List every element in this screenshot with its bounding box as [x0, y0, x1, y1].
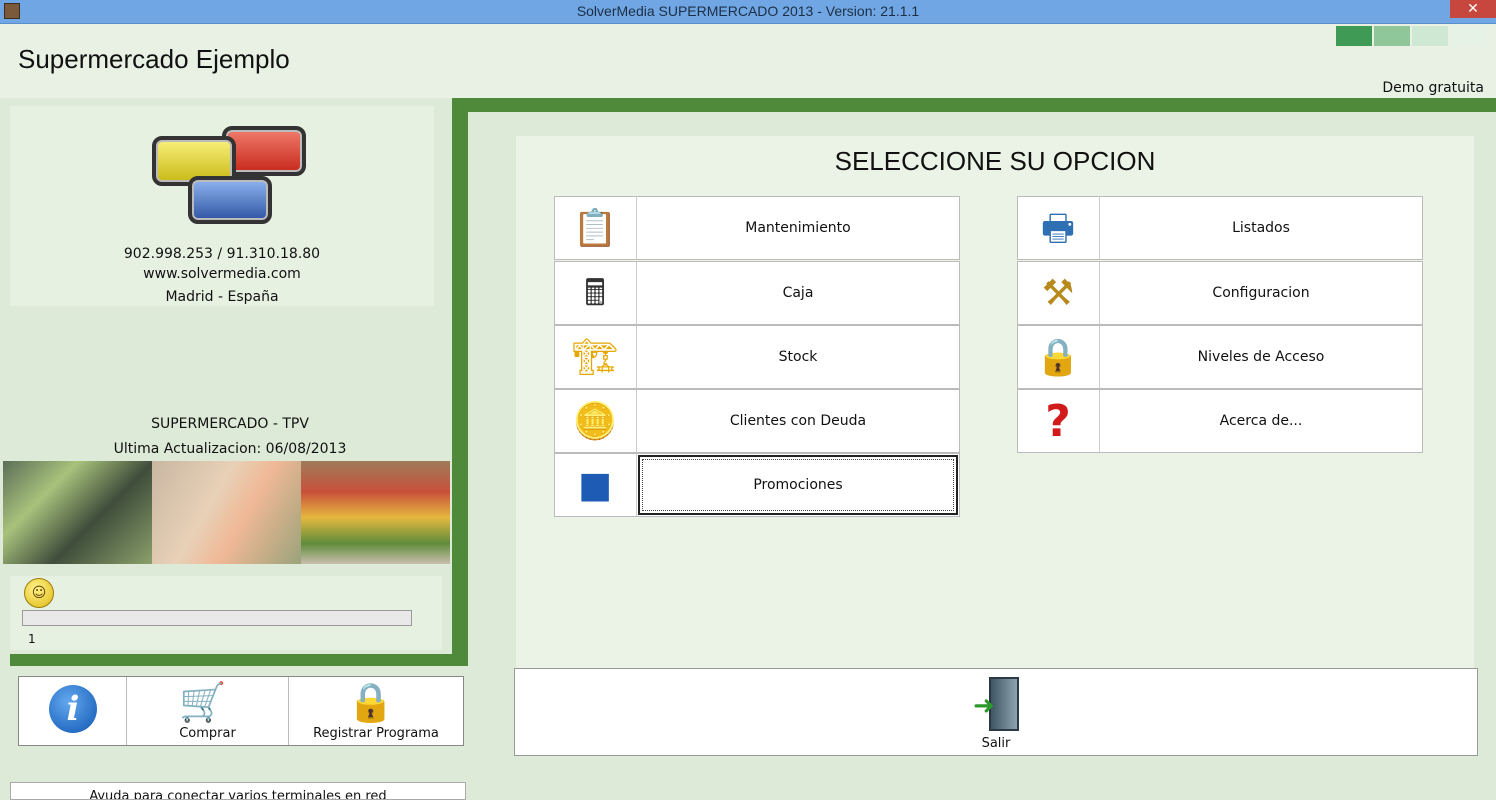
menu-item-caja[interactable]: 🖩 Caja: [554, 261, 960, 325]
menu-label: Listados: [1232, 220, 1290, 236]
calculator-icon: 🖩: [555, 262, 637, 324]
photo-aisle: [3, 461, 152, 564]
menu-label: Acerca de...: [1219, 413, 1303, 429]
menu-label: Caja: [782, 285, 814, 301]
padlock-icon: 🔒: [347, 680, 395, 724]
buy-button[interactable]: 🛒 Comprar: [127, 677, 289, 745]
menu-item-mantenimiento[interactable]: 📋 Mantenimiento: [554, 196, 960, 260]
buy-label: Comprar: [179, 726, 236, 741]
last-update: Ultima Actualizacion: 06/08/2013: [113, 441, 347, 457]
menu-item-acerca-de[interactable]: ? Acerca de...: [1017, 389, 1423, 453]
menu-label: Configuracion: [1212, 285, 1310, 301]
menu-title: SELECCIONE SU OPCION: [834, 146, 1156, 176]
menu-label: Niveles de Acceso: [1197, 349, 1325, 365]
smiley-icon: ☺: [24, 578, 54, 608]
status-block-2: [1374, 26, 1410, 46]
frame-left: [452, 98, 468, 666]
title-bar: SolverMedia SUPERMERCADO 2013 - Version:…: [0, 0, 1496, 24]
register-label: Registrar Programa: [313, 726, 439, 741]
network-help-link[interactable]: Ayuda para conectar varios terminales en…: [10, 782, 466, 800]
close-button[interactable]: ✕: [1450, 0, 1496, 18]
question-icon: ?: [1018, 390, 1100, 452]
progress-value: 1: [28, 632, 36, 646]
register-button[interactable]: 🔒 Registrar Programa: [289, 677, 463, 745]
menu-label: Mantenimiento: [745, 220, 851, 236]
form-icon: 📋: [555, 197, 637, 259]
arrow-right-icon: ➜: [973, 691, 995, 721]
license-label: Demo gratuita: [1382, 80, 1484, 96]
photo-shopper: [152, 461, 301, 564]
tools-icon: ⚒: [1018, 262, 1100, 324]
status-indicators: [1336, 26, 1486, 46]
status-block-1: [1336, 26, 1372, 46]
window-title: SolverMedia SUPERMERCADO 2013 - Version:…: [576, 3, 920, 19]
frame-bottom: [10, 654, 468, 666]
header: Supermercado Ejemplo Demo gratuita: [0, 24, 1496, 98]
app-name: SUPERMERCADO - TPV: [151, 416, 309, 432]
menu-item-clientes-deuda[interactable]: 🪙 Clientes con Deuda: [554, 389, 960, 453]
contact-phone: 902.998.253 / 91.310.18.80: [123, 246, 321, 262]
info-button[interactable]: i: [19, 677, 127, 745]
status-block-4: [1450, 26, 1486, 46]
coins-icon: 🪙: [555, 390, 637, 452]
left-panel: 902.998.253 / 91.310.18.80 www.solvermed…: [0, 98, 452, 658]
status-block-3: [1412, 26, 1448, 46]
supermarket-photos: [3, 461, 450, 564]
menu-item-stock[interactable]: 🏗 Stock: [554, 325, 960, 389]
left-toolbar: i 🛒 Comprar 🔒 Registrar Programa: [18, 676, 464, 746]
progress-card: ☺ 1: [10, 576, 442, 650]
contact-web: www.solvermedia.com: [143, 266, 301, 282]
company-name: Supermercado Ejemplo: [18, 44, 290, 74]
company-info-card: 902.998.253 / 91.310.18.80 www.solvermed…: [10, 106, 434, 306]
shopping-cart-icon: 🛒: [179, 680, 227, 724]
info-icon: i: [49, 685, 97, 733]
exit-label: Salir: [981, 736, 1011, 751]
printer-icon: 🖶: [1018, 197, 1100, 259]
padlock-icon: 🔒: [1018, 326, 1100, 388]
menu-item-niveles-acceso[interactable]: 🔒 Niveles de Acceso: [1017, 325, 1423, 389]
contact-city: Madrid - España: [165, 289, 279, 305]
exit-door-icon: ➜: [973, 677, 1021, 731]
help-text: Ayuda para conectar varios terminales en…: [89, 789, 387, 800]
forklift-icon: 🏗: [555, 326, 637, 388]
frame-top: [452, 98, 1496, 112]
progress-bar: [22, 610, 412, 626]
menu-label: Clientes con Deuda: [729, 413, 867, 429]
exit-button[interactable]: ➜ Salir: [514, 668, 1478, 756]
menu-label: Stock: [778, 349, 818, 365]
photo-produce: [301, 461, 450, 564]
menu-label: Promociones: [638, 455, 958, 515]
logo-blue-block: [188, 176, 272, 224]
menu-item-configuracion[interactable]: ⚒ Configuracion: [1017, 261, 1423, 325]
promo-box-icon: ■: [555, 454, 637, 516]
solvermedia-logo: [152, 122, 312, 224]
menu-item-listados[interactable]: 🖶 Listados: [1017, 196, 1423, 260]
menu-item-promociones[interactable]: ■ Promociones: [554, 453, 960, 517]
